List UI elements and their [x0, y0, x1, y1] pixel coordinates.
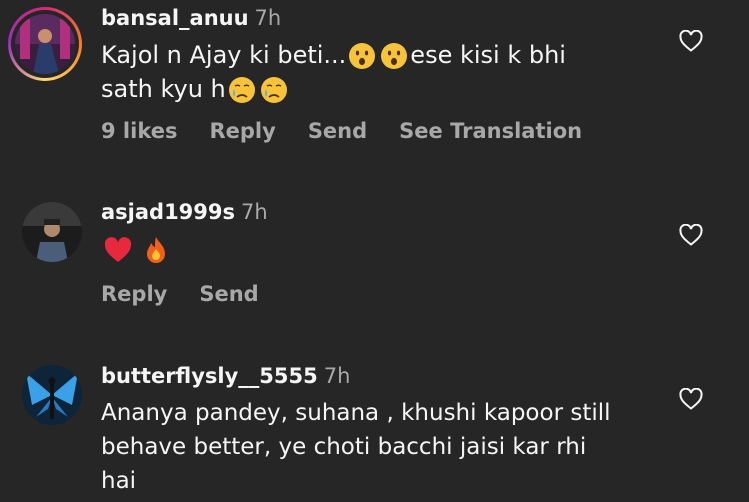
heart-icon[interactable] [679, 388, 703, 410]
hushed-face-icon [348, 42, 376, 70]
comment-text: Ananya pandey, suhana , khushi kapoor st… [101, 400, 611, 494]
avatar[interactable] [15, 14, 75, 74]
username[interactable]: asjad1999s [101, 200, 235, 224]
crying-face-icon [228, 76, 256, 104]
send-button[interactable]: Send [308, 119, 367, 143]
avatar[interactable] [22, 365, 82, 425]
fire-icon [141, 235, 171, 265]
timestamp: 7h [323, 364, 351, 388]
heart-icon[interactable] [679, 30, 703, 52]
see-translation-button[interactable]: See Translation [399, 119, 582, 143]
hushed-face-icon [380, 42, 408, 70]
likes-count[interactable]: 9 likes [101, 119, 177, 143]
timestamp: 7h [241, 200, 268, 224]
comment-text: Kajol n Ajay ki beti... ese kisi k bhi sa… [101, 41, 566, 104]
username[interactable]: bansal_anuu [101, 6, 249, 30]
username[interactable]: butterflysly__5555 [101, 364, 318, 388]
send-button[interactable]: Send [199, 282, 258, 306]
timestamp: 7h [254, 6, 282, 30]
red-heart-icon [103, 235, 133, 265]
reply-button[interactable]: Reply [209, 119, 275, 143]
heart-icon[interactable] [679, 224, 703, 246]
crying-face-icon [260, 76, 288, 104]
reply-button[interactable]: Reply [101, 282, 167, 306]
comment-text [101, 232, 173, 266]
avatar[interactable] [22, 202, 82, 262]
